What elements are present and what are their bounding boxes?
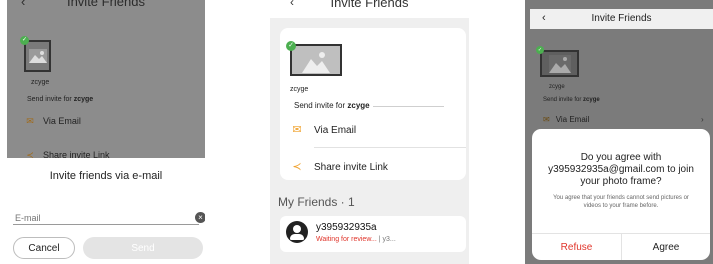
dialog-question: Do you agree with y395932935a@gmail.com … xyxy=(548,152,694,187)
frame-thumbnail xyxy=(540,50,579,77)
join-request-screen: ‹ Invite Friends ✓ zcyge Send invite for… xyxy=(525,0,713,264)
my-friends-heading: My Friends · 1 xyxy=(278,195,355,209)
send-invite-for-label: Send invite for zcyge xyxy=(294,101,373,110)
envelope-icon: ✉ xyxy=(26,116,34,126)
dialog-note: You agree that your friends cannot send … xyxy=(553,195,689,209)
invite-email-screen: ‹ Invite Friends ✓ zcyge Send invite for… xyxy=(7,0,205,264)
page-title: Invite Friends xyxy=(66,0,146,9)
via-email-option[interactable]: ✉ Via Email xyxy=(23,116,81,127)
share-icon: ≺ xyxy=(292,161,302,173)
check-icon: ✓ xyxy=(20,36,29,45)
check-icon: ✓ xyxy=(536,46,544,54)
chevron-right-icon: › xyxy=(701,115,704,124)
image-placeholder-icon xyxy=(302,49,330,73)
share-icon: ≺ xyxy=(26,150,34,158)
agree-button[interactable]: Agree xyxy=(622,236,710,258)
send-button[interactable]: Send xyxy=(83,237,203,259)
email-input[interactable] xyxy=(13,211,199,225)
friend-status: Waiting for review... | y3... xyxy=(316,236,396,243)
send-invite-for-label: Send invite for zcyge xyxy=(27,96,94,103)
invite-friends-screen: ‹ Invite Friends ✓ zcyge Send invite for… xyxy=(270,0,469,264)
share-link-option[interactable]: ≺ Share invite Link xyxy=(288,160,468,173)
via-email-option[interactable]: ✉ Via Email xyxy=(543,115,589,124)
sheet-title: Invite friends via e-mail xyxy=(49,170,163,182)
page-title: Invite Friends xyxy=(330,0,409,10)
refuse-button[interactable]: Refuse xyxy=(532,236,621,258)
header-bar: ‹ Invite Friends xyxy=(270,0,469,18)
frame-name: zcyge xyxy=(31,79,50,86)
frame-thumbnail xyxy=(24,40,51,72)
frame-thumbnail xyxy=(290,44,342,76)
via-email-option[interactable]: ✉ Via Email xyxy=(288,123,468,136)
header-bar: ‹ Invite Friends xyxy=(530,9,713,29)
image-placeholder-icon xyxy=(29,49,47,63)
cancel-button[interactable]: Cancel xyxy=(13,237,75,259)
envelope-icon: ✉ xyxy=(292,124,302,136)
clear-input-icon[interactable]: × xyxy=(195,212,205,223)
avatar-icon xyxy=(286,221,308,243)
frame-name: zcyge xyxy=(549,84,565,90)
check-icon: ✓ xyxy=(286,41,296,51)
frame-name: zcyge xyxy=(290,86,309,93)
page-title: Invite Friends xyxy=(591,13,652,24)
dimmed-background[interactable]: ‹ Invite Friends ✓ zcyge Send invite for… xyxy=(7,0,205,158)
divider xyxy=(314,147,466,148)
image-placeholder-icon xyxy=(549,55,571,73)
screenshot-stage: ‹ Invite Friends ✓ zcyge Send invite for… xyxy=(0,0,713,264)
envelope-icon: ✉ xyxy=(543,115,550,124)
friend-email: y395932935a xyxy=(316,222,377,233)
header-bar: ‹ Invite Friends xyxy=(7,0,205,14)
send-invite-for-label: Send invite for zcyge xyxy=(543,97,600,103)
share-link-option[interactable]: ≺ Share invite Link xyxy=(23,150,109,158)
